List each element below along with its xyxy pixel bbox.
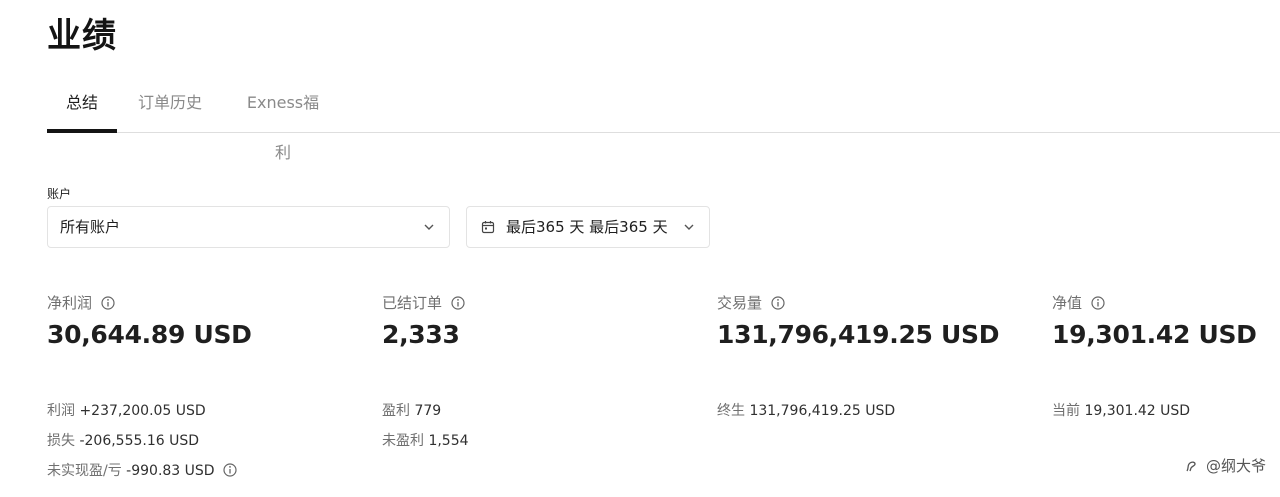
info-circle-icon[interactable] (1091, 296, 1105, 310)
stat-label: 净值 (1052, 294, 1083, 312)
chevron-down-icon (424, 224, 434, 230)
stat-value: 30,644.89 USD (47, 320, 252, 349)
stat-value: 131,796,419.25 USD (717, 320, 1000, 349)
win-row: 盈利 779 (382, 401, 441, 421)
tab-order-history[interactable]: 订单历史 (134, 78, 206, 132)
calendar-icon (481, 221, 495, 234)
stat-value: 19,301.42 USD (1052, 320, 1257, 349)
row-value: -990.83 USD (126, 463, 215, 479)
row-value: 1,554 (428, 433, 469, 449)
unrealized-row: 未实现盈/亏 -990.83 USD (47, 461, 237, 481)
row-key: 损失 (47, 433, 75, 449)
stat-net-profit: 净利润 30,644.89 USD (47, 292, 252, 349)
row-key: 未盈利 (382, 433, 424, 449)
row-value: 131,796,419.25 USD (749, 403, 896, 419)
stat-label: 已结订单 (382, 294, 443, 312)
tab-exness-benefits[interactable]: Exness福利 (239, 78, 327, 162)
info-circle-icon[interactable] (101, 296, 115, 310)
row-value: 19,301.42 USD (1084, 403, 1191, 419)
stat-label: 交易量 (717, 294, 763, 312)
current-row: 当前 19,301.42 USD (1052, 401, 1190, 421)
tab-summary[interactable]: 总结 (47, 78, 117, 133)
account-label: 账户 (47, 187, 72, 201)
info-circle-icon[interactable] (451, 296, 465, 310)
stat-label: 净利润 (47, 294, 93, 312)
loss-row: 损失 -206,555.16 USD (47, 431, 199, 451)
lifetime-row: 终生 131,796,419.25 USD (717, 401, 895, 421)
row-key: 利润 (47, 403, 75, 419)
unprofitable-row: 未盈利 1,554 (382, 431, 469, 451)
row-key: 终生 (717, 403, 745, 419)
row-value: +237,200.05 USD (79, 403, 206, 419)
row-key: 当前 (1052, 403, 1080, 419)
row-value: 779 (414, 403, 442, 419)
row-key: 未实现盈/亏 (47, 463, 122, 479)
watermark-text: @纲大爷 (1205, 457, 1266, 475)
logo-icon (1186, 461, 1196, 472)
account-select-value: 所有账户 (60, 218, 121, 236)
period-select[interactable]: 最后365 天 最后365 天 (466, 206, 710, 248)
profit-row: 利润 +237,200.05 USD (47, 401, 206, 421)
stat-closed-orders: 已结订单 2,333 (382, 292, 465, 349)
info-circle-icon[interactable] (771, 296, 785, 310)
period-select-value: 最后365 天 最后365 天 (506, 218, 668, 236)
stat-volume: 交易量 131,796,419.25 USD (717, 292, 1000, 349)
row-key: 盈利 (382, 403, 410, 419)
row-value: -206,555.16 USD (79, 433, 200, 449)
watermark: @纲大爷 (1184, 455, 1266, 476)
page-title: 业绩 (47, 16, 117, 56)
tab-bar: 总结 订单历史 Exness福利 (47, 78, 1280, 162)
info-circle-icon[interactable] (223, 463, 237, 477)
stat-equity: 净值 19,301.42 USD (1052, 292, 1257, 349)
chevron-down-icon (684, 224, 694, 230)
account-select[interactable]: 所有账户 (47, 206, 450, 248)
stat-value: 2,333 (382, 320, 460, 349)
